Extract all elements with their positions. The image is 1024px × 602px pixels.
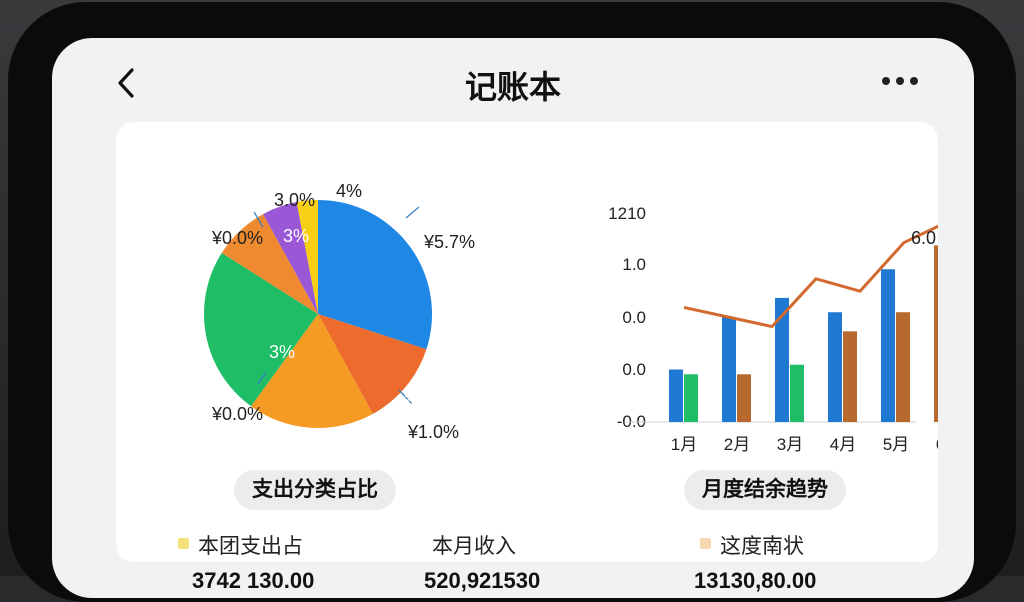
bar <box>669 369 683 422</box>
x-tick-label: 3月 <box>777 435 803 454</box>
pie-outer-label: ¥5.7% <box>423 232 475 252</box>
pie-outer-label: ¥1.0% <box>407 422 459 442</box>
phone-frame: 记账本 8% 3% 3% 支出 3.0% 4% ¥0.0% ¥5.7% ¥0.0… <box>0 0 1024 602</box>
pie-outer-label: 4% <box>336 181 362 201</box>
stat-label-balance: 这度南状 <box>720 535 804 558</box>
bar-chart-title-chip: 月度结余趋势 <box>684 470 846 510</box>
y-tick-label: 0.0 <box>622 360 646 379</box>
pie-outer-label: ¥0.0% <box>211 404 263 424</box>
pie-outer-label: 3.0% <box>274 190 315 210</box>
y-tick-label: 1.0 <box>622 255 646 274</box>
bar <box>896 312 910 422</box>
summary-card: 8% 3% 3% 支出 3.0% 4% ¥0.0% ¥5.7% ¥0.0% ¥1… <box>116 122 938 593</box>
y-tick-label: 0.0 <box>622 308 646 327</box>
bar <box>722 317 736 422</box>
app-header: 记账本 <box>52 38 974 124</box>
pie-inner-label: 3% <box>269 342 295 362</box>
x-tick-label: 4月 <box>830 435 856 454</box>
pie-outer-label: ¥0.0% <box>211 228 263 248</box>
stat-label-income: 本月收入 <box>432 535 516 558</box>
bar <box>843 331 857 422</box>
stat-label-expense: 本团支出占 <box>198 535 303 558</box>
y-tick-label: 1210 <box>608 204 646 223</box>
monthly-balance-chart: 12101.00.00.0-0.0 1月2月3月4月5月6月 6.0 <box>608 204 938 454</box>
x-tick-label: 6月 <box>936 435 938 454</box>
bar <box>737 374 751 422</box>
bar <box>684 374 698 422</box>
x-tick-label: 1月 <box>671 435 697 454</box>
x-tick-label: 2月 <box>724 435 750 454</box>
bar <box>934 245 938 422</box>
more-dots-icon <box>882 77 918 85</box>
bar-annotation: 6.0 <box>911 228 936 248</box>
stat-value-expense: 3742 130.00 <box>192 568 315 593</box>
trend-line <box>683 224 938 329</box>
bar <box>881 269 895 422</box>
pie-inner-label: 3% <box>283 226 309 246</box>
stat-value-balance: 13130,80.00 <box>694 568 817 593</box>
stat-legend-dot <box>700 538 711 549</box>
pie-inner-label: 支出 <box>404 393 432 409</box>
more-options-button[interactable] <box>878 70 922 92</box>
bar <box>828 312 842 422</box>
bar <box>790 364 804 422</box>
page-title: 记账本 <box>464 69 561 105</box>
stat-legend-dot <box>178 538 189 549</box>
stat-value-income: 520,921530 <box>424 568 541 593</box>
x-tick-label: 5月 <box>883 435 909 454</box>
app-screen: 记账本 8% 3% 3% 支出 3.0% 4% ¥0.0% ¥5.7% ¥0.0… <box>52 38 974 598</box>
pie-chart-title-chip: 支出分类占比 <box>234 470 396 510</box>
expense-pie-chart: 8% 3% 3% 支出 3.0% 4% ¥0.0% ¥5.7% ¥0.0% ¥1… <box>203 181 475 442</box>
